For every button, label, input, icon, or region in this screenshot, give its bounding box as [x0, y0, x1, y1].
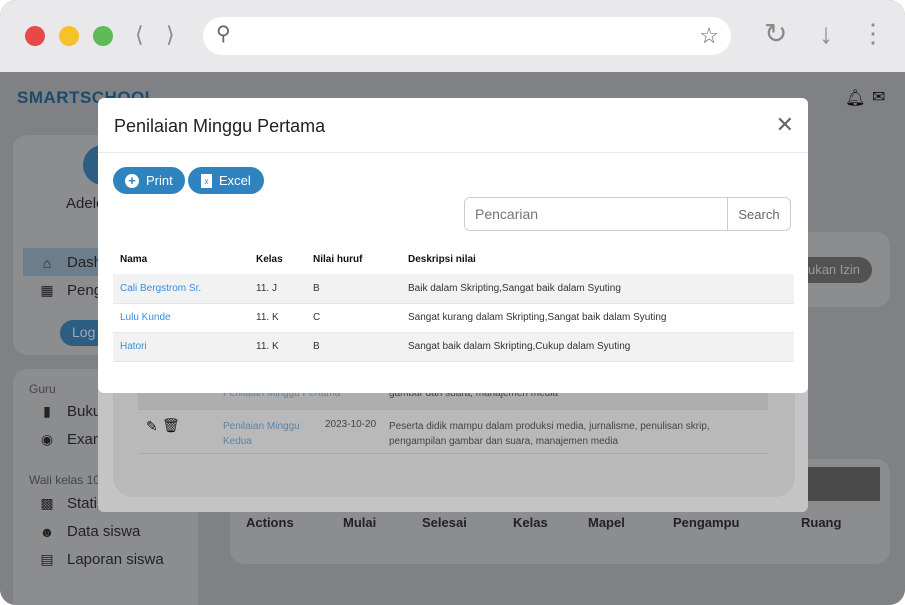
kelas-cell: 11. K — [249, 303, 306, 333]
newspaper-icon: ▤ — [40, 551, 54, 567]
student-link[interactable]: Lulu Kunde — [120, 312, 171, 323]
column-header: Nama — [120, 254, 148, 265]
table-row: Lulu Kunde 11. K C Sangat kurang dalam Skri… — [113, 303, 794, 333]
download-icon[interactable]: ↓ — [819, 20, 833, 48]
kelas-cell: 11. K — [249, 332, 306, 362]
nilai-cell: C — [306, 303, 401, 333]
nilai-cell: B — [306, 274, 401, 304]
student-link[interactable]: Hatori — [120, 341, 147, 352]
search-icon: ⚲ — [216, 23, 231, 45]
modal-header: Penilaian Minggu Pertama ✕ — [98, 98, 808, 153]
home-icon: ⌂ — [42, 254, 52, 271]
section-guru: Guru — [29, 382, 56, 396]
browser-window: ⟨ ⟩ ⚲ ☆ ↻ ↓ ⋮ SMARTSCHOOL 🔔︎ ✉ Adele ⌂Da… — [0, 0, 905, 605]
grades-modal: Penilaian Minggu Pertama ✕ + Print x Excel… — [98, 98, 808, 393]
section-wali: Wali kelas 10 — [29, 473, 100, 487]
book-icon: ▮ — [43, 403, 51, 419]
kelas-cell: 11. J — [249, 274, 306, 304]
column-header: Nilai huruf — [313, 254, 363, 265]
toggle-icon: ◉ — [40, 431, 54, 447]
assessment-link[interactable]: Penilaian Minggu Kedua — [223, 419, 308, 449]
file-excel-icon: x — [201, 173, 212, 188]
forward-icon[interactable]: ⟩ — [166, 24, 175, 46]
modal-title: Penilaian Minggu Pertama — [114, 116, 326, 136]
list-row: ✎ 🗑︎ Penilaian Minggu Kedua 2023-10-20 P… — [138, 411, 768, 454]
minimize-window-button[interactable] — [59, 26, 79, 46]
assessment-desc: Peserta didik mampu dalam produksi media… — [389, 421, 710, 447]
search-input[interactable] — [465, 198, 727, 230]
deskripsi-cell: Baik dalam Skripting,Sangat baik dalam S… — [401, 274, 794, 304]
menu-icon[interactable]: ⋮ — [860, 20, 886, 46]
settings-icon: ▦ — [40, 282, 54, 298]
sidebar-item-buku[interactable]: ▮ Buku — [39, 403, 101, 420]
chart-icon: ▩ — [40, 495, 54, 511]
bell-icon[interactable]: 🔔︎ — [845, 88, 865, 108]
deskripsi-cell: Sangat baik dalam Skripting,Cukup dalam … — [401, 332, 794, 362]
envelope-icon[interactable]: ✉ — [872, 87, 885, 107]
sidebar-item-exam[interactable]: ◉ Exam — [39, 431, 105, 448]
reload-icon[interactable]: ↻ — [764, 20, 787, 48]
close-window-button[interactable] — [25, 26, 45, 46]
maximize-window-button[interactable] — [93, 26, 113, 46]
user-gear-icon: ☻ — [39, 523, 55, 540]
print-button[interactable]: + Print — [113, 167, 185, 194]
back-icon[interactable]: ⟨ — [135, 24, 144, 46]
star-icon[interactable]: ☆ — [699, 25, 719, 47]
schedule-header-bar — [800, 467, 880, 501]
trash-icon[interactable]: 🗑︎ — [162, 417, 180, 434]
student-link[interactable]: Cali Bergstrom Sr. — [120, 283, 201, 294]
browser-toolbar: ⟨ ⟩ ⚲ ☆ ↻ ↓ ⋮ — [0, 0, 905, 72]
search-box: Search — [464, 197, 791, 231]
schedule-headers: Actions Mulai Selesai Kelas Mapel Pengampu Rua… — [246, 515, 842, 530]
deskripsi-cell: Sangat kurang dalam Skripting,Sangat bai… — [401, 303, 794, 333]
close-icon[interactable]: ✕ — [776, 112, 794, 138]
column-header: Deskripsi nilai — [408, 254, 476, 265]
sidebar-item-data-siswa[interactable]: ☻ Data siswa — [39, 523, 141, 540]
table-row: Hatori 11. K B Sangat baik dalam Skripting,… — [113, 332, 794, 362]
table-row: Cali Bergstrom Sr. 11. J B Baik dalam Skrip… — [113, 274, 794, 304]
search-button[interactable]: Search — [727, 198, 790, 230]
edit-icon[interactable]: ✎ — [146, 418, 158, 435]
plus-circle-icon: + — [125, 173, 139, 188]
nilai-cell: B — [306, 332, 401, 362]
assessment-date: 2023-10-20 — [325, 419, 377, 430]
column-header: Kelas — [256, 254, 283, 265]
excel-button[interactable]: x Excel — [188, 167, 264, 194]
sidebar-item-laporan-siswa[interactable]: ▤ Laporan siswa — [39, 551, 163, 568]
grades-table: Nama Kelas Nilai huruf Deskripsi nilai C… — [113, 245, 794, 362]
address-bar[interactable]: ⚲ ☆ — [203, 17, 731, 55]
